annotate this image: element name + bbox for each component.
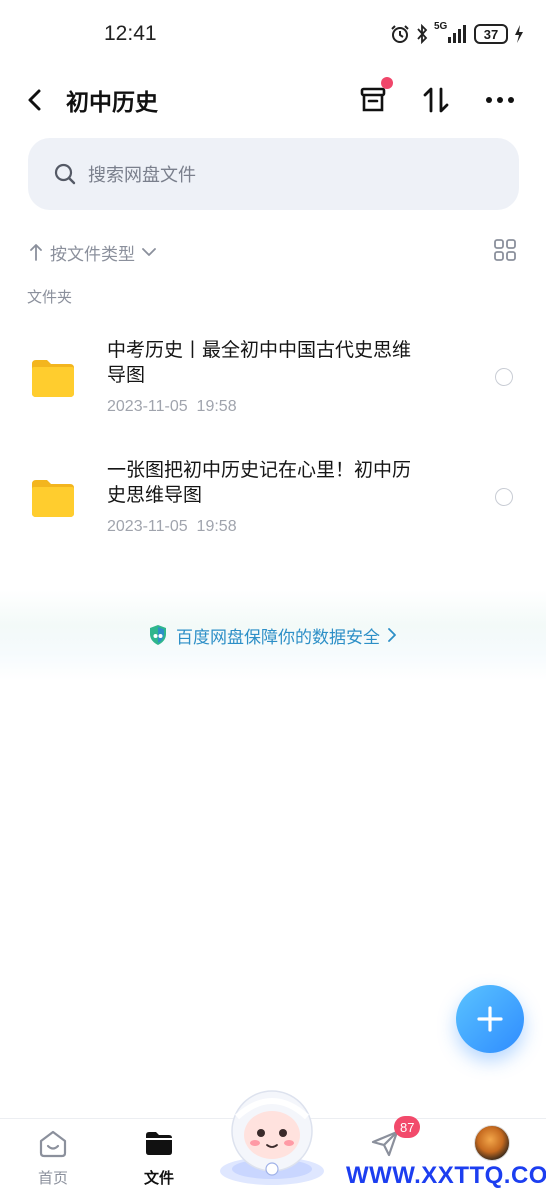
signal-indicator: 5G [434, 21, 468, 45]
sort-label: 按文件类型 [50, 244, 135, 265]
back-button[interactable] [20, 84, 52, 116]
file-date: 2023-11-05 [107, 398, 188, 415]
list-item[interactable]: 中考历史丨最全初中中国古代史思维 导图 2023-11-05 19:58 [0, 326, 546, 436]
mascot-icon[interactable] [215, 1087, 329, 1187]
nav-home-label: 首页 [37, 1169, 68, 1187]
file-name-line-2: 史思维导图 [107, 484, 203, 506]
chevron-down-icon [142, 248, 156, 256]
notification-dot [381, 77, 393, 89]
back-arrow-icon [28, 89, 41, 111]
page-header: 初中历史 [0, 70, 546, 130]
nav-files[interactable]: 文件 [124, 1127, 194, 1197]
bluetooth-icon [417, 24, 428, 44]
search-bar[interactable]: 搜索网盘文件 [28, 138, 519, 210]
recycle-bin-button[interactable] [353, 77, 393, 120]
trash-box-icon [360, 87, 386, 112]
file-name-line-1: 中考历史丨最全初中中国古代史思维 [107, 339, 412, 361]
folder-filled-icon [146, 1132, 172, 1155]
search-placeholder: 搜索网盘文件 [88, 165, 196, 186]
folder-icon [32, 480, 74, 517]
plus-icon [477, 1006, 503, 1032]
sort-type-toggle[interactable]: 按文件类型 [28, 240, 159, 265]
file-date: 2023-11-05 [107, 518, 188, 535]
charging-icon [515, 25, 523, 43]
select-checkbox[interactable] [495, 488, 513, 506]
add-button[interactable] [456, 985, 524, 1053]
security-text: 百度网盘保障你的数据安全 [176, 627, 380, 648]
status-bar: 12:41 5G 37 [0, 0, 546, 70]
chevron-right-icon [388, 628, 396, 642]
file-name: 一张图把初中历史记在心里！初中历 史思维导图 [107, 458, 467, 508]
sort-button[interactable] [416, 80, 456, 120]
shield-icon [150, 625, 166, 645]
file-name: 中考历史丨最全初中中国古代史思维 导图 [107, 338, 467, 388]
file-meta: 2023-11-05 19:58 [107, 398, 237, 416]
watermark: WWW.XXTTQ.COM [346, 1162, 546, 1189]
security-banner[interactable]: 百度网盘保障你的数据安全 [0, 590, 546, 680]
share-badge: 87 [394, 1116, 421, 1138]
battery-indicator: 37 [474, 24, 508, 44]
grid-view-button[interactable] [493, 238, 519, 264]
file-name-line-1: 一张图把初中历史记在心里！初中历 [107, 459, 412, 481]
arrow-up-icon [30, 244, 42, 261]
nav-home[interactable]: 首页 [18, 1127, 88, 1197]
sort-row: 按文件类型 [28, 236, 519, 268]
more-button[interactable] [480, 80, 520, 120]
alarm-icon [391, 25, 409, 43]
file-meta: 2023-11-05 19:58 [107, 518, 237, 536]
status-time: 12:41 [104, 22, 157, 45]
avatar[interactable] [474, 1125, 510, 1161]
file-time: 19:58 [196, 518, 237, 535]
page-title: 初中历史 [66, 90, 158, 116]
home-icon [39, 1130, 67, 1158]
search-icon [54, 163, 76, 185]
sort-arrows-icon [423, 87, 449, 113]
status-icons: 5G 37 [390, 21, 524, 46]
section-label: 文件夹 [27, 288, 73, 306]
file-time: 19:58 [196, 398, 237, 415]
folder-icon [32, 360, 74, 397]
signal-bars-icon [448, 25, 466, 43]
select-checkbox[interactable] [495, 368, 513, 386]
more-icon [486, 97, 514, 103]
file-name-line-2: 导图 [107, 364, 146, 386]
grid-view-icon [494, 239, 516, 261]
list-item[interactable]: 一张图把初中历史记在心里！初中历 史思维导图 2023-11-05 19:58 [0, 446, 546, 556]
nav-files-label: 文件 [143, 1169, 174, 1187]
